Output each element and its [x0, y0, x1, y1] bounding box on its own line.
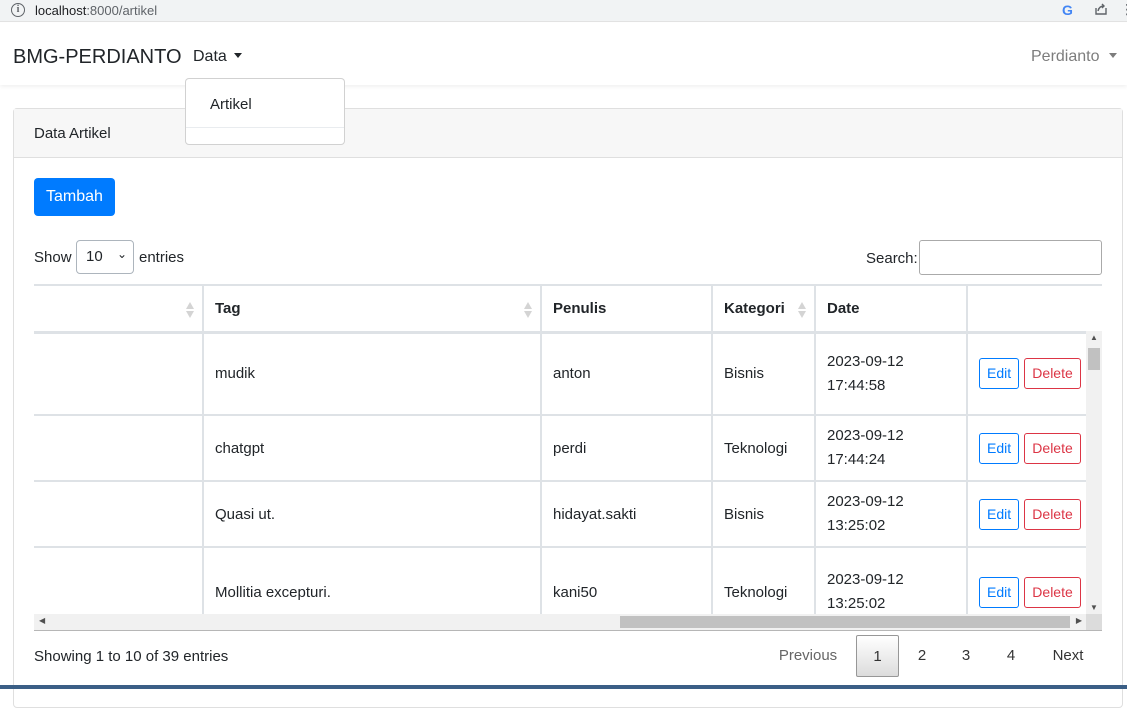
page-length-select[interactable]: 10 ⌄ — [76, 240, 134, 274]
cell-date: 2023-09-12 17:44:58 — [814, 331, 968, 416]
add-article-button[interactable]: Tambah — [34, 178, 115, 216]
date-value: 2023-09-12 — [827, 571, 904, 588]
scroll-up-arrow-icon[interactable]: ▲ — [1090, 333, 1098, 342]
time-value: 17:44:24 — [827, 451, 886, 468]
time-value: 13:25:02 — [827, 517, 886, 534]
edit-button[interactable]: Edit — [979, 432, 1020, 464]
sort-icon — [798, 302, 806, 318]
data-menu-toggle[interactable]: Data — [193, 48, 242, 66]
dropdown-divider — [186, 127, 344, 128]
pagination-previous[interactable]: Previous — [764, 635, 852, 677]
dropdown-item-artikel[interactable]: Artikel — [210, 96, 252, 113]
cell-penulis: perdi — [540, 414, 713, 482]
browser-address-bar[interactable]: i localhost:8000/artikel G ⋮ — [0, 0, 1127, 22]
header-actions — [966, 284, 1102, 334]
caret-down-icon — [1108, 53, 1117, 58]
scroll-down-arrow-icon[interactable]: ▼ — [1090, 603, 1098, 612]
scrollbar-corner — [1086, 614, 1102, 630]
cell-tag: Quasi ut. — [202, 480, 542, 548]
url-host: localhost — [35, 3, 87, 18]
vertical-scroll-thumb[interactable] — [1088, 348, 1100, 370]
data-dropdown-menu: Artikel — [185, 78, 345, 145]
google-icon[interactable]: G — [1062, 2, 1073, 18]
info-icon[interactable]: i — [11, 3, 25, 17]
taskbar-strip — [0, 685, 1127, 689]
scroll-right-arrow-icon[interactable]: ▶ — [1076, 616, 1082, 625]
articles-table-wrapper[interactable]: Tag Penulis Kategori Date mudik anton Bi… — [34, 284, 1102, 631]
vertical-scrollbar[interactable]: ▲ ▼ — [1086, 331, 1102, 614]
date-value: 2023-09-12 — [827, 427, 904, 444]
cell-kategori: Bisnis — [711, 331, 816, 416]
header-label: Kategori — [724, 299, 785, 317]
header-penulis[interactable]: Penulis — [540, 284, 713, 334]
cell-date: 2023-09-12 13:25:02 — [814, 480, 968, 548]
header-tag[interactable]: Tag — [202, 284, 542, 334]
cell-penulis: hidayat.sakti — [540, 480, 713, 548]
share-icon[interactable] — [1094, 2, 1108, 16]
data-menu-label: Data — [193, 48, 227, 65]
scroll-left-arrow-icon[interactable]: ◀ — [39, 616, 45, 625]
more-icon[interactable]: ⋮ — [1120, 1, 1127, 18]
pagination-page-3[interactable]: 3 — [946, 635, 986, 677]
url-text[interactable]: localhost:8000/artikel — [35, 3, 157, 18]
pagination-page-2[interactable]: 2 — [902, 635, 942, 677]
sort-icon — [186, 302, 194, 318]
delete-button[interactable]: Delete — [1024, 576, 1081, 608]
cell-kategori: Teknologi — [711, 414, 816, 482]
table-row: chatgpt perdi Teknologi 2023-09-12 17:44:… — [34, 414, 1102, 482]
cell-tag: mudik — [202, 331, 542, 416]
navbar: BMG-PERDIANTO Data Perdianto — [0, 23, 1127, 85]
table-header-row: Tag Penulis Kategori Date — [34, 284, 1102, 334]
cell-actions: Edit Delete — [966, 331, 1102, 416]
header-title[interactable] — [34, 284, 204, 334]
table-info: Showing 1 to 10 of 39 entries — [34, 648, 229, 665]
time-value: 13:25:02 — [827, 595, 886, 612]
delete-button[interactable]: Delete — [1024, 498, 1081, 530]
user-menu-toggle[interactable]: Perdianto — [1031, 48, 1117, 66]
brand-link[interactable]: BMG-PERDIANTO — [13, 46, 182, 69]
articles-table: Tag Penulis Kategori Date mudik anton Bi… — [34, 284, 1102, 631]
header-kategori[interactable]: Kategori — [711, 284, 816, 334]
page-length-value: 10 — [86, 248, 103, 265]
date-value: 2023-09-12 — [827, 352, 904, 370]
delete-button[interactable]: Delete — [1024, 358, 1081, 390]
horizontal-scroll-thumb[interactable] — [620, 616, 1070, 628]
table-row: sed Quasi ut. hidayat.sakti Bisnis 2023-… — [34, 480, 1102, 548]
cell-penulis: anton — [540, 331, 713, 416]
date-value: 2023-09-12 — [827, 493, 904, 510]
table-divider — [34, 630, 1102, 631]
cell-actions: Edit Delete — [966, 414, 1102, 482]
delete-button[interactable]: Delete — [1024, 432, 1081, 464]
time-value: 17:44:58 — [827, 376, 886, 394]
edit-button[interactable]: Edit — [979, 358, 1020, 390]
table-row: mudik anton Bisnis 2023-09-12 17:44:58 Ed… — [34, 331, 1102, 416]
pagination-next[interactable]: Next — [1040, 635, 1096, 677]
cell-title — [34, 414, 204, 482]
url-path: :8000/artikel — [86, 3, 158, 18]
cell-title — [34, 331, 204, 416]
card-title: Data Artikel — [14, 109, 1122, 158]
entries-label: entries — [139, 249, 185, 266]
horizontal-scrollbar[interactable]: ◀ ▶ — [34, 614, 1086, 630]
edit-button[interactable]: Edit — [979, 498, 1020, 530]
cell-kategori: Bisnis — [711, 480, 816, 548]
cell-tag: chatgpt — [202, 414, 542, 482]
caret-down-icon — [233, 53, 242, 58]
cell-title: sed — [34, 480, 204, 548]
show-label: Show — [34, 249, 72, 266]
header-label: Penulis — [553, 299, 607, 317]
search-label: Search: — [866, 250, 918, 267]
pagination-page-1[interactable]: 1 — [856, 635, 899, 677]
header-label: Date — [827, 299, 860, 317]
header-date[interactable]: Date — [814, 284, 968, 334]
search-input[interactable] — [919, 240, 1102, 275]
pagination-page-4[interactable]: 4 — [991, 635, 1031, 677]
chevron-down-icon: ⌄ — [116, 247, 127, 261]
user-menu-label: Perdianto — [1031, 48, 1100, 65]
cell-date: 2023-09-12 17:44:24 — [814, 414, 968, 482]
header-label: Tag — [215, 299, 241, 317]
sort-icon — [524, 302, 532, 318]
edit-button[interactable]: Edit — [979, 576, 1020, 608]
cell-actions: Edit Delete — [966, 480, 1102, 548]
